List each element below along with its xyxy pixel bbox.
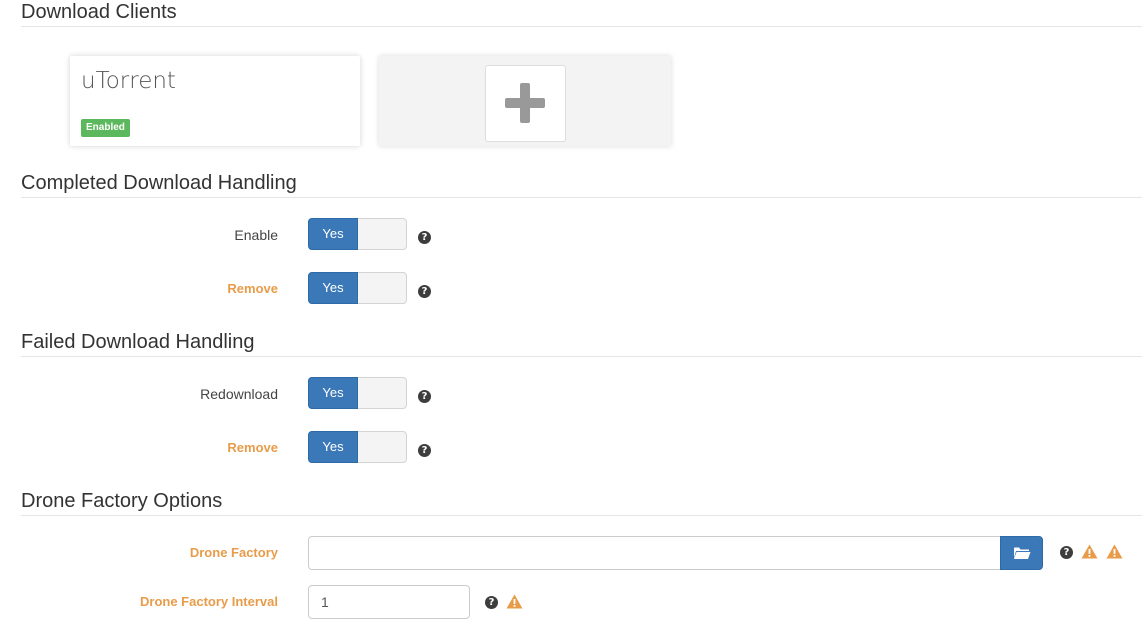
remove-completed-label: Remove xyxy=(227,281,278,296)
toggle-yes: Yes xyxy=(308,377,358,409)
browse-folder-button[interactable] xyxy=(1000,536,1043,570)
warning-icon[interactable] xyxy=(506,594,523,609)
redownload-label: Redownload xyxy=(200,386,278,402)
drone-factory-label: Drone Factory xyxy=(189,545,278,560)
section-title-completed-download-handling: Completed Download Handling xyxy=(21,172,297,194)
download-client-card-utorrent[interactable]: uTorrent Enabled xyxy=(70,56,360,146)
question-circle-icon[interactable]: ? xyxy=(418,285,431,298)
client-status-badge: Enabled xyxy=(81,119,130,137)
drone-factory-path-input[interactable] xyxy=(308,536,1001,570)
section-title-drone-factory-options: Drone Factory Options xyxy=(21,490,223,512)
add-download-client-card xyxy=(379,56,671,146)
question-circle-icon[interactable]: ? xyxy=(418,231,431,244)
toggle-yes: Yes xyxy=(308,218,358,250)
warning-icon[interactable] xyxy=(1081,544,1098,559)
remove-failed-label: Remove xyxy=(227,440,278,455)
question-circle-icon[interactable]: ? xyxy=(485,596,498,609)
question-circle-icon[interactable]: ? xyxy=(1060,546,1073,559)
plus-icon xyxy=(505,83,545,123)
toggle-yes: Yes xyxy=(308,431,358,463)
remove-completed-toggle[interactable]: Yes xyxy=(308,272,407,304)
remove-failed-toggle[interactable]: Yes xyxy=(308,431,407,463)
warning-icon[interactable] xyxy=(1106,544,1123,559)
enable-label: Enable xyxy=(234,227,278,243)
section-divider xyxy=(21,515,1142,516)
section-divider xyxy=(21,26,1142,27)
question-circle-icon[interactable]: ? xyxy=(418,390,431,403)
drone-factory-interval-label: Drone Factory Interval xyxy=(140,594,278,609)
section-title-failed-download-handling: Failed Download Handling xyxy=(21,331,255,353)
drone-factory-interval-input[interactable] xyxy=(308,585,470,619)
section-title-download-clients: Download Clients xyxy=(21,1,177,23)
toggle-yes: Yes xyxy=(308,272,358,304)
redownload-toggle[interactable]: Yes xyxy=(308,377,407,409)
client-name: uTorrent xyxy=(81,68,176,94)
settings-page: Download Clients uTorrent Enabled Comple… xyxy=(0,0,1147,631)
add-download-client-button[interactable] xyxy=(485,65,566,142)
section-divider xyxy=(21,356,1142,357)
question-circle-icon[interactable]: ? xyxy=(418,444,431,457)
folder-open-icon xyxy=(1014,547,1031,559)
enable-completed-toggle[interactable]: Yes xyxy=(308,218,407,250)
section-divider xyxy=(21,197,1142,198)
